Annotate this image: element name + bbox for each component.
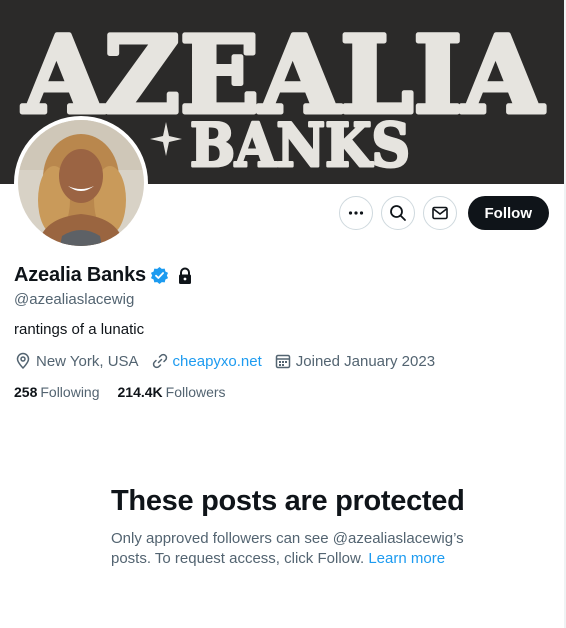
joined-text: Joined January 2023 — [295, 352, 436, 370]
protected-lock-icon[interactable] — [177, 267, 193, 285]
search-icon — [389, 205, 406, 221]
display-name: Azealia Banks — [14, 264, 146, 286]
followers-number: 214.4K — [117, 384, 163, 400]
profile-handle: @azealiaslacewig — [14, 291, 135, 308]
location-pin-icon — [16, 352, 30, 370]
protected-body: Only approved followers can see @azealia… — [111, 529, 471, 569]
more-button[interactable] — [338, 196, 373, 230]
website-item: cheapyxo.net — [151, 352, 262, 370]
profile-avatar[interactable] — [14, 116, 148, 250]
following-label: Following — [40, 384, 100, 400]
followers-count[interactable]: 214.4K Followers — [118, 384, 226, 400]
avatar-photo — [18, 120, 144, 246]
name-row: Azealia Banks — [14, 264, 193, 287]
profile-meta: New York, USA cheapyxo.net Joined Januar… — [14, 352, 447, 370]
follow-button[interactable]: Follow — [467, 196, 549, 230]
calendar-icon — [275, 354, 291, 369]
profile-actions: Follow — [338, 196, 549, 230]
link-icon — [152, 353, 167, 369]
following-number: 258 — [14, 384, 38, 400]
learn-more-link[interactable]: Learn more — [368, 550, 445, 567]
search-button[interactable] — [380, 196, 415, 230]
profile-bio: rantings of a lunatic — [14, 321, 145, 338]
following-count[interactable]: 258 Following — [14, 384, 100, 400]
message-button[interactable] — [422, 196, 457, 230]
more-horizontal-icon — [348, 211, 363, 215]
location-item: New York, USA — [14, 352, 139, 370]
location-text: New York, USA — [36, 352, 139, 370]
protected-notice: These posts are protected Only approved … — [111, 484, 471, 569]
follow-counts: 258 Following 214.4K Followers — [14, 384, 244, 400]
envelope-icon — [431, 206, 448, 220]
followers-label: Followers — [165, 384, 226, 400]
profile-page: AZEALIA BANKS Follow Azealia Banks @azea… — [0, 0, 566, 628]
website-link[interactable]: cheapyxo.net — [173, 353, 262, 370]
verified-badge-icon[interactable] — [150, 266, 169, 285]
banner-text-line2: BANKS — [190, 111, 410, 181]
joined-item: Joined January 2023 — [274, 352, 435, 370]
protected-title: These posts are protected — [111, 485, 465, 517]
